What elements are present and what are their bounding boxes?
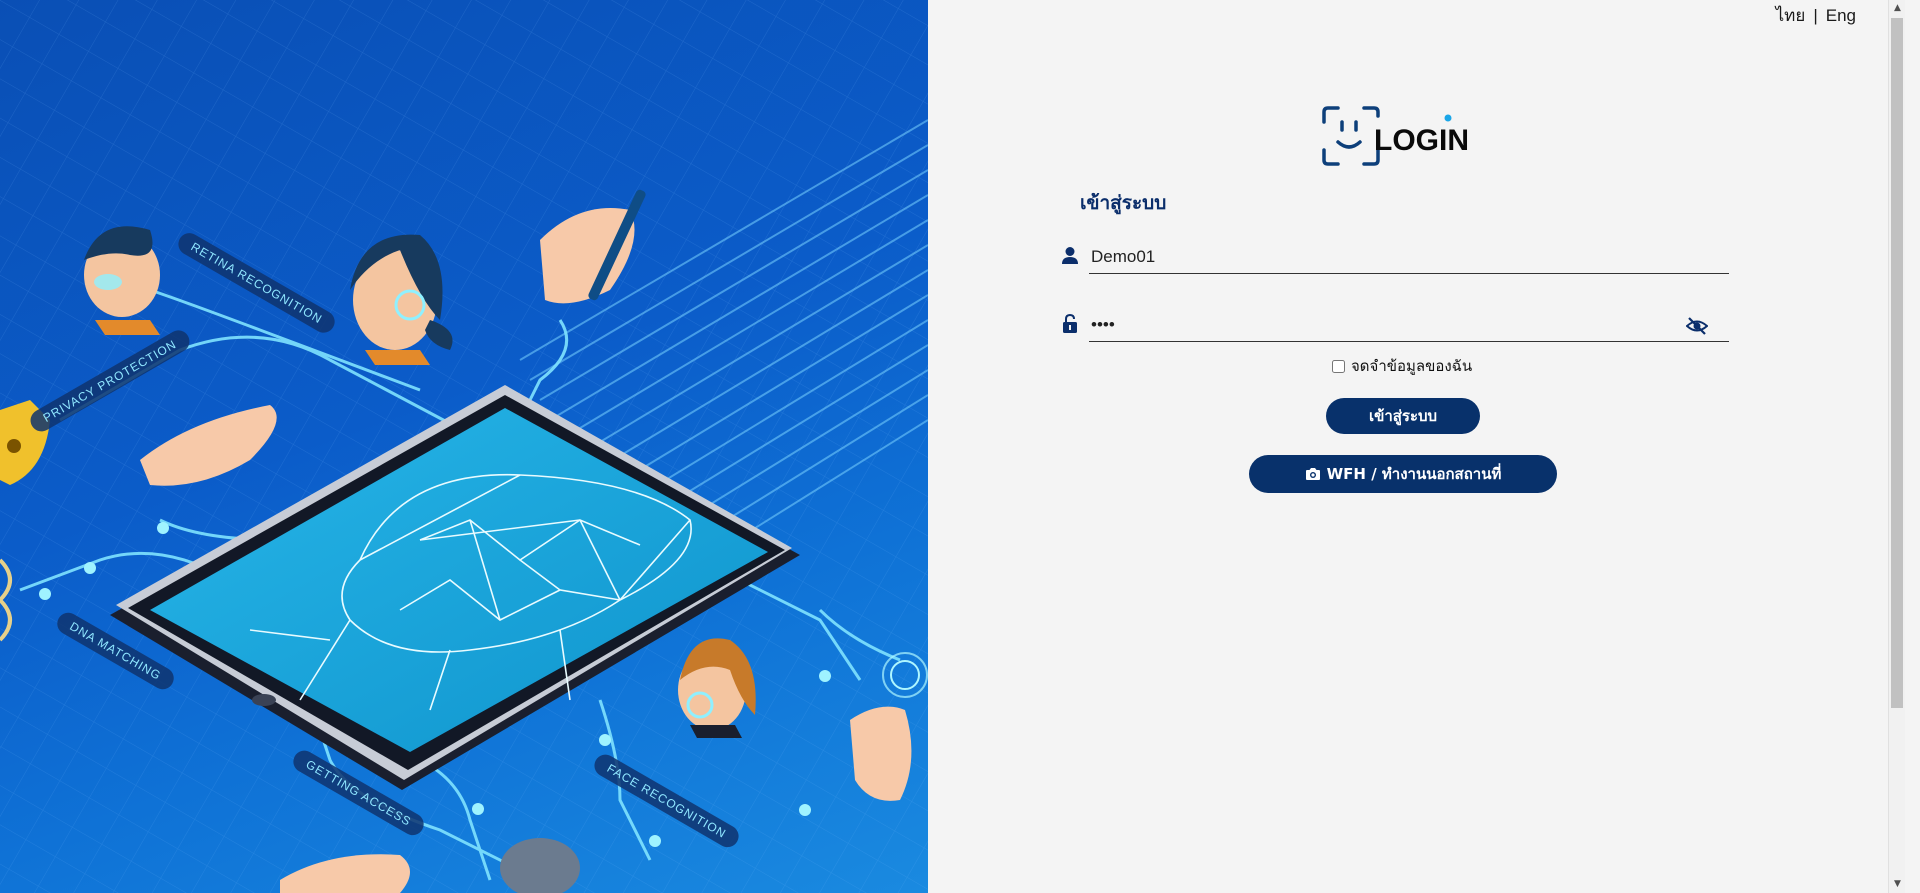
login-panel: ไทย | Eng LOGIN เข้าสู่ระบบ Demo01 •••• … [928,0,1888,893]
user-icon [1062,247,1078,264]
scroll-down-arrow-icon[interactable]: ▼ [1889,876,1906,893]
language-english-link[interactable]: Eng [1826,6,1856,25]
logo-text: LOGIN [1374,124,1469,157]
hero-illustration: RETINA RECOGNITION PRIVACY PROTECTION DN… [0,0,928,893]
right-margin [1905,0,1920,893]
wfh-button-label: WFH / ทำงานนอกสถานที่ [1326,465,1502,483]
camera-icon [1305,468,1320,480]
vertical-scrollbar[interactable]: ▲ ▼ [1888,0,1906,893]
login-page: RETINA RECOGNITION PRIVACY PROTECTION DN… [0,0,1920,893]
password-field [1062,308,1729,344]
biometric-illustration [0,0,928,893]
form-title: เข้าสู่ระบบ [1080,192,1167,214]
language-thai-link[interactable]: ไทย [1776,6,1806,25]
language-switcher: ไทย | Eng [1776,2,1856,29]
login-button[interactable]: เข้าสู่ระบบ [1326,398,1480,434]
wfh-button[interactable]: WFH / ทำงานนอกสถานที่ [1249,455,1557,493]
unlock-icon [1063,314,1077,333]
username-input[interactable] [1089,240,1729,274]
language-separator: | [1813,6,1818,25]
scroll-up-arrow-icon[interactable]: ▲ [1889,0,1906,17]
username-field [1062,240,1729,276]
remember-me: จดจำข้อมูลของฉัน [1332,354,1472,378]
remember-me-label: จดจำข้อมูลของฉัน [1351,357,1473,375]
scrollbar-thumb[interactable] [1891,18,1903,708]
eye-slash-icon[interactable] [1686,316,1708,336]
login-logo: LOGIN [1322,106,1482,170]
face-scan-icon [1322,106,1380,166]
password-input[interactable] [1089,308,1729,342]
remember-me-checkbox[interactable] [1332,359,1345,373]
